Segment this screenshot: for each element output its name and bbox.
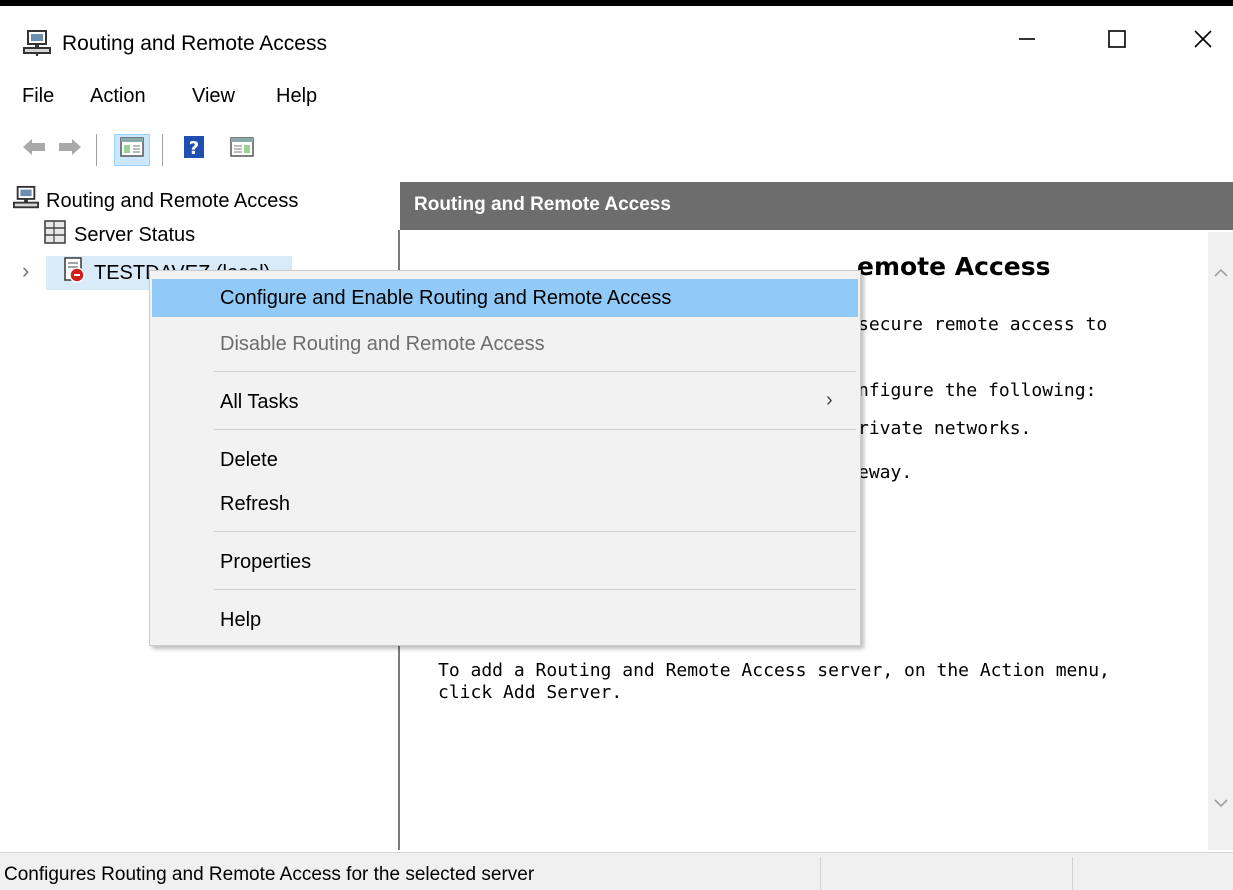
tree-item-root[interactable]: Routing and Remote Access (12, 184, 298, 218)
status-divider (1072, 857, 1073, 890)
result-heading: emote Access (857, 252, 1051, 281)
server-stopped-icon (62, 256, 88, 290)
menu-item-help[interactable]: Help (152, 601, 858, 639)
scroll-down-icon[interactable] (1208, 788, 1233, 818)
result-text-line: nfigure the following: (858, 380, 1097, 401)
tree-item-label: Routing and Remote Access (46, 189, 299, 212)
menu-item-label: Help (220, 609, 262, 631)
menu-separator (214, 429, 856, 430)
context-menu: Configure and Enable Routing and Remote … (149, 270, 861, 646)
menu-help[interactable]: Help (276, 85, 317, 108)
status-text: Configures Routing and Remote Access for… (4, 864, 535, 885)
status-bar: Configures Routing and Remote Access for… (0, 852, 1233, 890)
minimize-button[interactable] (992, 18, 1062, 66)
menu-item-disable: Disable Routing and Remote Access (152, 325, 858, 363)
add-server-instruction: click Add Server. (438, 682, 623, 703)
back-button[interactable] (16, 134, 52, 166)
result-pane-title: Routing and Remote Access (414, 194, 671, 215)
menu-file[interactable]: File (22, 85, 54, 108)
menu-bar: File Action View Help (0, 76, 1233, 116)
tree-item-label: Server Status (74, 223, 196, 246)
main-window: Routing and Remote Access File Action Vi… (0, 0, 1233, 890)
menu-item-all-tasks[interactable]: All Tasks › (152, 383, 858, 421)
toolbar-separator (96, 134, 98, 166)
submenu-chevron-icon: › (826, 389, 833, 411)
expand-chevron-icon[interactable]: › (22, 258, 29, 284)
add-server-instruction: To add a Routing and Remote Access serve… (438, 660, 1110, 681)
tree-item-server-status[interactable]: Server Status (42, 218, 195, 252)
toolbar: ? (0, 126, 1233, 172)
toolbar-separator (162, 134, 164, 166)
show-hide-console-tree-button[interactable] (114, 134, 150, 166)
menu-item-configure-enable[interactable]: Configure and Enable Routing and Remote … (152, 279, 858, 317)
help-icon: ? (182, 135, 206, 165)
title-bar[interactable]: Routing and Remote Access (0, 12, 1233, 74)
maximize-button[interactable] (1082, 18, 1152, 66)
server-status-icon (42, 219, 68, 251)
menu-view[interactable]: View (192, 85, 235, 108)
menu-item-label: All Tasks (220, 391, 299, 413)
result-text-line: rivate networks. (858, 418, 1032, 439)
menu-item-label: Configure and Enable Routing and Remote … (220, 287, 672, 309)
minimize-icon (1017, 29, 1037, 55)
svg-text:?: ? (189, 138, 199, 159)
menu-item-label: Delete (220, 449, 278, 471)
menu-item-refresh[interactable]: Refresh (152, 485, 858, 523)
result-text-line: secure remote access to (858, 314, 1108, 335)
menu-separator (214, 531, 856, 532)
maximize-icon (1107, 29, 1127, 55)
forward-arrow-icon (57, 137, 83, 163)
server-computer-icon (22, 29, 52, 57)
menu-item-delete[interactable]: Delete (152, 441, 858, 479)
help-button[interactable]: ? (176, 134, 212, 166)
menu-item-properties[interactable]: Properties (152, 543, 858, 581)
show-hide-action-pane-icon (230, 136, 254, 164)
menu-item-label: Properties (220, 551, 312, 573)
menu-separator (214, 371, 856, 372)
close-icon (1193, 29, 1213, 55)
close-button[interactable] (1168, 18, 1233, 66)
menu-action[interactable]: Action (90, 85, 146, 108)
menu-item-label: Disable Routing and Remote Access (220, 333, 545, 355)
status-divider (820, 857, 821, 890)
menu-item-label: Refresh (220, 493, 291, 515)
vertical-scrollbar[interactable] (1208, 232, 1233, 850)
window-title: Routing and Remote Access (62, 32, 327, 55)
back-arrow-icon (21, 137, 47, 163)
menu-separator (214, 589, 856, 590)
result-text-line: eway. (858, 462, 913, 483)
show-hide-action-pane-button[interactable] (224, 134, 260, 166)
forward-button[interactable] (52, 134, 88, 166)
show-hide-console-tree-icon (120, 136, 144, 164)
scroll-up-icon[interactable] (1208, 258, 1233, 288)
result-pane-header: Routing and Remote Access (400, 182, 1233, 230)
server-computer-icon (12, 185, 40, 217)
